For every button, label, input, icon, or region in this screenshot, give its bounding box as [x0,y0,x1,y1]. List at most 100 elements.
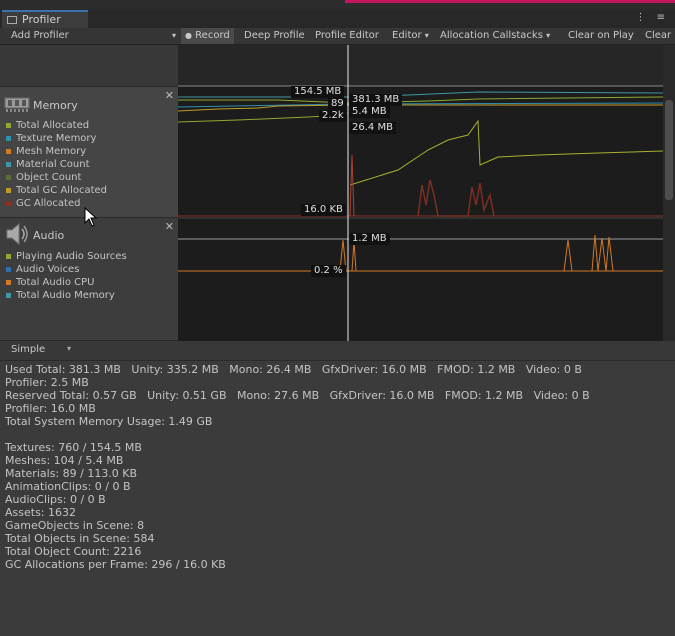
profile-editor-button[interactable]: Profile Editor [315,28,379,44]
legend-label: Total Audio Memory [16,290,115,301]
detail-line: Total System Memory Usage: 1.49 GB [5,415,213,428]
audio-title: Audio [33,229,65,242]
detail-line: AnimationClips: 0 / 0 B [5,480,131,493]
profiler-icon [7,16,17,24]
profiler-graphs [178,45,663,341]
tab-profiler[interactable]: Profiler [2,10,88,28]
legend-swatch [6,267,11,272]
legend-item[interactable]: Total Allocated [6,119,107,132]
legend-swatch [6,201,11,206]
detail-line: Profiler: 2.5 MB [5,376,89,389]
texture-memory-line [178,91,663,98]
legend-item[interactable]: Total Audio CPU [6,276,127,289]
legend-item[interactable]: Object Count [6,171,107,184]
close-icon[interactable]: ✕ [165,89,174,102]
legend-swatch [6,136,11,141]
legend-item[interactable]: Texture Memory [6,132,107,145]
audio-memory-value: 1.2 MB [349,233,390,245]
legend-swatch [6,254,11,259]
record-label: Record [195,30,230,41]
dropdown-arrow-icon: ▾ [424,31,429,40]
close-icon[interactable]: ✕ [165,220,174,233]
record-button[interactable]: ● Record [181,28,234,44]
view-mode-dropdown[interactable]: Simple [11,344,45,355]
mesh-memory-value: 5.4 MB [349,106,390,118]
toolbar: Add Profiler ▾ ● Record Deep Profile Pro… [0,28,675,45]
detail-line: AudioClips: 0 / 0 B [5,493,106,506]
legend-swatch [6,162,11,167]
legend-label: Material Count [16,159,90,170]
audio-cpu-spikes [563,234,614,272]
legend-item[interactable]: Material Count [6,158,107,171]
accent-bar [345,0,675,3]
add-profiler-dropdown[interactable]: Add Profiler ▾ [0,28,178,44]
total-allocated-line [178,96,663,104]
modules-spacer [0,45,178,87]
detail-line: Used Total: 381.3 MB Unity: 335.2 MB Mon… [5,363,582,376]
profiler-modules: Memory ✕ Total Allocated Texture Memory … [0,45,178,341]
legend-label: Mesh Memory [16,146,87,157]
window-menu-icon[interactable]: ⋮ ≡ [635,12,669,23]
detail-toolbar: Simple ▾ [0,341,675,361]
allocation-callstacks-label: Allocation Callstacks [440,30,543,41]
memory-legend: Total Allocated Texture Memory Mesh Memo… [6,119,107,210]
legend-item[interactable]: Total GC Allocated [6,184,107,197]
legend-swatch [6,188,11,193]
dropdown-arrow-icon: ▾ [171,31,176,40]
legend-item[interactable]: Mesh Memory [6,145,107,158]
audio-module[interactable]: Audio ✕ Playing Audio Sources Audio Voic… [0,218,178,341]
legend-label: Total GC Allocated [16,185,108,196]
clear-on-play-button[interactable]: Clear on Play [568,28,634,44]
detail-line: Textures: 760 / 154.5 MB [5,441,142,454]
total-allocated-value: 381.3 MB [349,94,403,106]
legend-label: Total Allocated [16,120,90,131]
legend-item[interactable]: Playing Audio Sources [6,250,127,263]
editor-dropdown[interactable]: Editor ▾ [392,28,429,44]
tab-bar: Profiler ⋮ ≡ [0,10,675,28]
cpu-strip [178,45,663,86]
clear-button[interactable]: Clear [645,28,671,44]
detail-line: GC Allocations per Frame: 296 / 16.0 KB [5,558,226,571]
vertical-scrollbar[interactable] [663,45,675,341]
tab-profiler-label: Profiler [22,13,61,26]
legend-label: Object Count [16,172,82,183]
legend-label: Audio Voices [16,264,80,275]
legend-swatch [6,293,11,298]
detail-line: Assets: 1632 [5,506,76,519]
memory-title: Memory [33,99,78,112]
legend-swatch [6,149,11,154]
gc-spikes [417,179,495,217]
speaker-icon [6,222,28,246]
memory-details: Used Total: 381.3 MB Unity: 335.2 MB Mon… [0,361,675,636]
detail-line: Total Objects in Scene: 584 [5,532,155,545]
detail-line: Total Object Count: 2216 [5,545,142,558]
record-icon: ● [185,31,192,40]
texture-memory-value: 154.5 MB [291,86,345,98]
mouse-cursor-icon [84,207,98,227]
legend-label: Texture Memory [16,133,97,144]
material-count-value: 89 [328,98,347,110]
deep-profile-button[interactable]: Deep Profile [244,28,305,44]
mono-memory-line [349,119,663,186]
legend-item[interactable]: Total Audio Memory [6,289,127,302]
legend-label: Playing Audio Sources [16,251,127,262]
detail-line: GameObjects in Scene: 8 [5,519,145,532]
legend-item[interactable]: Audio Voices [6,263,127,276]
add-profiler-label: Add Profiler [11,30,69,41]
audio-legend: Playing Audio Sources Audio Voices Total… [6,250,127,302]
scrollbar-thumb[interactable] [665,100,673,200]
gc-spike [349,154,355,217]
audio-cpu-value: 0.2 % [311,265,346,277]
detail-line: Meshes: 104 / 5.4 MB [5,454,124,467]
memory-module[interactable]: Memory ✕ Total Allocated Texture Memory … [0,87,178,218]
graph-area[interactable]: 154.5 MB 89 2.2k 16.0 KB 381.3 MB 5.4 MB… [178,45,663,341]
detail-line: Reserved Total: 0.57 GB Unity: 0.51 GB M… [5,389,590,402]
legend-swatch [6,280,11,285]
legend-swatch [6,123,11,128]
dropdown-arrow-icon[interactable]: ▾ [67,344,71,353]
memory-chip-icon [4,97,30,112]
detail-line: Profiler: 16.0 MB [5,402,96,415]
detail-line: Materials: 89 / 113.0 KB [5,467,138,480]
gc-allocated-value: 16.0 KB [301,204,346,216]
allocation-callstacks-dropdown[interactable]: Allocation Callstacks ▾ [440,28,550,44]
